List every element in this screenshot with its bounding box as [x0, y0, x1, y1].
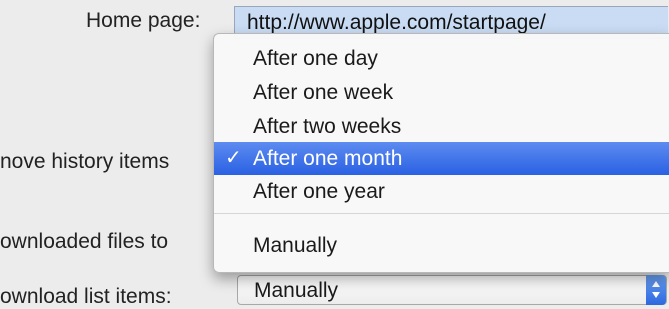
- menu-item-label: After one week: [253, 81, 394, 104]
- arrow-down-icon: [652, 292, 660, 298]
- menu-item-label: After one day: [253, 47, 378, 70]
- download-list-value: Manually: [254, 279, 339, 302]
- menu-item-one-month[interactable]: ✓ After one month: [214, 142, 669, 175]
- popup-arrows-icon[interactable]: [646, 275, 666, 305]
- menu-item-label: After one year: [253, 180, 385, 203]
- download-list-popup[interactable]: Manually: [237, 275, 667, 305]
- menu-item-label: After two weeks: [253, 115, 402, 138]
- remove-history-label: nove history items: [0, 150, 170, 173]
- download-list-label: ownload list items:: [0, 285, 172, 308]
- arrow-up-icon: [652, 281, 660, 287]
- checkmark-icon: ✓: [225, 147, 242, 169]
- home-page-value: http://www.apple.com/startpage/: [247, 11, 546, 34]
- menu-item-label: After one month: [253, 147, 403, 170]
- history-dropdown-menu: After one day After one week After two w…: [213, 33, 669, 273]
- menu-item-label: Manually: [253, 234, 338, 257]
- menu-item-two-weeks[interactable]: After two weeks: [214, 110, 669, 143]
- downloaded-files-label: ownloaded files to: [0, 230, 169, 253]
- menu-item-one-day[interactable]: After one day: [214, 42, 669, 75]
- menu-item-manually[interactable]: Manually: [214, 229, 669, 262]
- menu-separator: [214, 213, 669, 214]
- menu-item-one-week[interactable]: After one week: [214, 76, 669, 109]
- home-page-label: Home page:: [86, 9, 201, 32]
- menu-item-one-year[interactable]: After one year: [214, 175, 669, 208]
